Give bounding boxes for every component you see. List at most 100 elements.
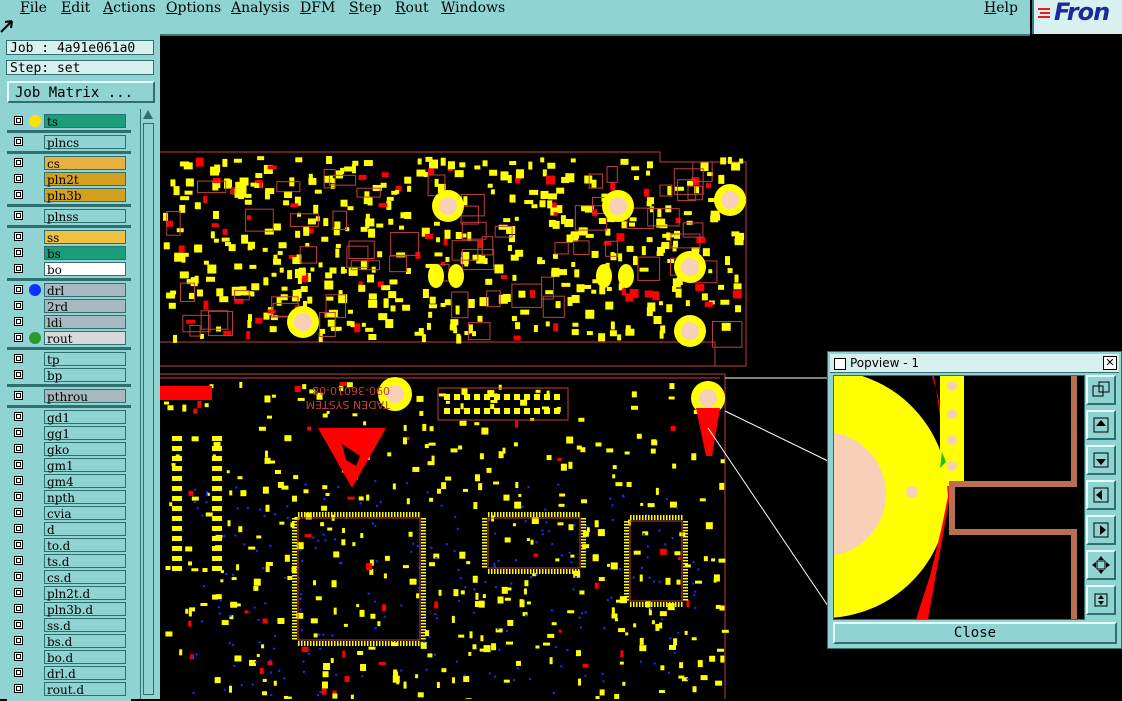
menu-rout[interactable]: Rout — [395, 0, 429, 18]
layer-row-to-d[interactable]: to.d — [7, 537, 131, 553]
layer-row-rout-d[interactable]: rout.d — [7, 681, 131, 697]
layer-name[interactable]: cs.d — [44, 570, 126, 585]
layer-checkbox[interactable] — [14, 636, 23, 645]
menu-file[interactable]: File — [20, 0, 47, 18]
layer-row-cs-d[interactable]: cs.d — [7, 569, 131, 585]
layer-row-ss-d[interactable]: ss.d — [7, 617, 131, 633]
layer-checkbox[interactable] — [14, 248, 23, 257]
layer-checkbox[interactable] — [14, 116, 23, 125]
layer-row-pln2t[interactable]: pln2t — [7, 171, 131, 187]
pan-right-button[interactable] — [1086, 515, 1116, 545]
layer-row-plnss[interactable]: plnss — [7, 208, 131, 224]
pan-left-button[interactable] — [1086, 480, 1116, 510]
layer-checkbox[interactable] — [14, 492, 23, 501]
layer-name[interactable]: npth — [44, 490, 126, 505]
layer-name[interactable]: d — [44, 522, 126, 537]
layer-checkbox[interactable] — [14, 652, 23, 661]
layer-row-pthrou[interactable]: pthrou — [7, 388, 131, 404]
layer-name[interactable]: bs.d — [44, 634, 126, 649]
layer-checkbox[interactable] — [14, 174, 23, 183]
layer-name[interactable]: ts.d — [44, 554, 126, 569]
layer-row-gd1[interactable]: gd1 — [7, 409, 131, 425]
menu-options[interactable]: Options — [166, 0, 221, 18]
zoom-in-button[interactable] — [1086, 550, 1116, 580]
layer-checkbox[interactable] — [14, 572, 23, 581]
layer-row-ldi[interactable]: ldi — [7, 314, 131, 330]
layer-name[interactable]: 2rd — [44, 299, 126, 314]
layer-name[interactable]: gg1 — [44, 426, 126, 441]
layer-checkbox[interactable] — [14, 211, 23, 220]
layer-row-rout[interactable]: rout — [7, 330, 131, 346]
layer-checkbox[interactable] — [14, 460, 23, 469]
layer-checkbox[interactable] — [14, 264, 23, 273]
layer-checkbox[interactable] — [14, 232, 23, 241]
layer-name[interactable]: plncs — [44, 135, 126, 150]
layer-name[interactable]: rout — [44, 331, 126, 346]
pan-up-button[interactable] — [1086, 410, 1116, 440]
layer-row-gm1[interactable]: gm1 — [7, 457, 131, 473]
zoom-fit-button[interactable] — [1086, 375, 1116, 405]
layer-name[interactable]: tp — [44, 352, 126, 367]
zoom-out-button[interactable] — [1086, 585, 1116, 615]
layer-row-npth[interactable]: npth — [7, 489, 131, 505]
layer-checkbox[interactable] — [14, 190, 23, 199]
layer-name[interactable]: ss.d — [44, 618, 126, 633]
layer-name[interactable]: pln2t — [44, 172, 126, 187]
layer-row-drl[interactable]: drl — [7, 282, 131, 298]
layer-row-bo-d[interactable]: bo.d — [7, 649, 131, 665]
layer-name[interactable]: ss — [44, 230, 126, 245]
layer-scrollbar[interactable] — [140, 109, 155, 699]
layer-row-2rd[interactable]: 2rd — [7, 298, 131, 314]
layer-checkbox[interactable] — [14, 285, 23, 294]
layer-checkbox[interactable] — [14, 444, 23, 453]
layer-checkbox[interactable] — [14, 668, 23, 677]
layer-checkbox[interactable] — [14, 137, 23, 146]
layer-row-gg1[interactable]: gg1 — [7, 425, 131, 441]
menu-edit[interactable]: Edit — [61, 0, 90, 18]
layer-name[interactable]: plnss — [44, 209, 126, 224]
layer-name[interactable]: drl — [44, 283, 126, 298]
layer-checkbox[interactable] — [14, 476, 23, 485]
layer-checkbox[interactable] — [14, 524, 23, 533]
layer-checkbox[interactable] — [14, 604, 23, 613]
layer-checkbox[interactable] — [14, 391, 23, 400]
layer-name[interactable]: rout.d — [44, 682, 126, 697]
layer-name[interactable]: pln3b — [44, 188, 126, 203]
menu-dfm[interactable]: DFM — [300, 0, 335, 18]
menu-windows[interactable]: Windows — [441, 0, 505, 18]
layer-name[interactable]: drl.d — [44, 666, 126, 681]
layer-name[interactable]: to.d — [44, 538, 126, 553]
layer-row-cvia[interactable]: cvia — [7, 505, 131, 521]
layer-checkbox[interactable] — [14, 412, 23, 421]
layer-checkbox[interactable] — [14, 556, 23, 565]
layer-checkbox[interactable] — [14, 158, 23, 167]
job-matrix-button[interactable]: Job Matrix ... — [7, 81, 155, 103]
layer-row-ts[interactable]: ts — [7, 113, 131, 129]
layer-name[interactable]: ldi — [44, 315, 126, 330]
layer-name[interactable]: gd1 — [44, 410, 126, 425]
layer-checkbox[interactable] — [14, 508, 23, 517]
layer-name[interactable]: pln3b.d — [44, 602, 126, 617]
layer-row-gko[interactable]: gko — [7, 441, 131, 457]
layer-checkbox[interactable] — [14, 301, 23, 310]
layer-row-pln2t-d[interactable]: pln2t.d — [7, 585, 131, 601]
layer-row-bo[interactable]: bo — [7, 261, 131, 277]
pan-down-button[interactable] — [1086, 445, 1116, 475]
layer-name[interactable]: gm1 — [44, 458, 126, 473]
menu-help[interactable]: Help — [984, 0, 1018, 18]
layer-checkbox[interactable] — [14, 620, 23, 629]
layer-name[interactable]: bs — [44, 246, 126, 261]
layer-name[interactable]: bp — [44, 368, 126, 383]
menu-analysis[interactable]: Analysis — [231, 0, 290, 18]
layer-row-ss[interactable]: ss — [7, 229, 131, 245]
window-menu-icon[interactable] — [834, 358, 846, 370]
layer-checkbox[interactable] — [14, 354, 23, 363]
menu-actions[interactable]: Actions — [103, 0, 156, 18]
layer-checkbox[interactable] — [14, 588, 23, 597]
layer-row-drl-d[interactable]: drl.d — [7, 665, 131, 681]
layer-row-plncs[interactable]: plncs — [7, 134, 131, 150]
popview-titlebar[interactable]: Popview - 1 ✕ — [830, 354, 1119, 373]
layer-row-pln3b[interactable]: pln3b — [7, 187, 131, 203]
layer-row-bs[interactable]: bs — [7, 245, 131, 261]
layer-name[interactable]: cvia — [44, 506, 126, 521]
